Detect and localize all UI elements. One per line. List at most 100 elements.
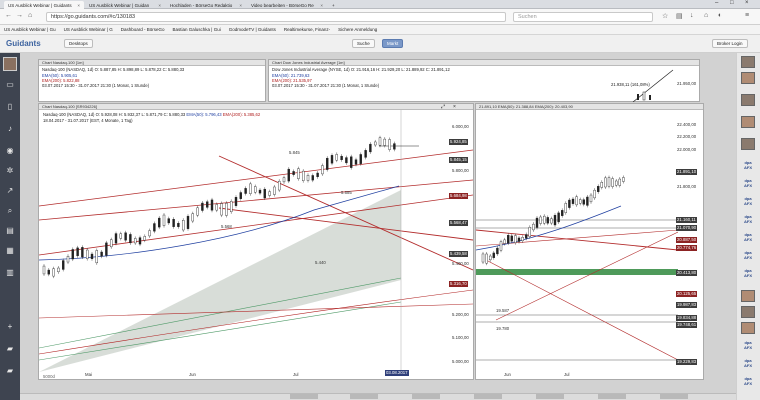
price-tag: 19.748,61: [676, 322, 698, 328]
bottom-tab[interactable]: [290, 394, 318, 399]
search-input[interactable]: Suchen: [513, 12, 653, 22]
minimize-icon[interactable]: –: [715, 0, 718, 6]
bookmark-item[interactable]: Bastian Galuschka | Gui: [173, 27, 221, 32]
star-icon[interactable]: ☆: [662, 12, 668, 20]
back-icon[interactable]: ←: [5, 12, 12, 19]
candle: [481, 253, 485, 263]
candle: [153, 223, 156, 232]
price-tag: 20.887,50: [676, 237, 698, 243]
candle: [186, 215, 190, 229]
bookmark-item[interactable]: US Ausblick Webinar | Gu: [4, 27, 56, 32]
maximize-icon[interactable]: □: [730, 0, 734, 6]
bottom-tab[interactable]: [412, 394, 440, 399]
markt-button[interactable]: Markt: [382, 39, 404, 48]
bottom-tab[interactable]: [350, 394, 378, 399]
home-icon[interactable]: ⌂: [28, 12, 32, 19]
chart-widget-nasdaq-main[interactable]: Chart Nasdaq-100 [SR934226] ⤢ × Nasdaq-1…: [38, 103, 474, 380]
close-window-icon[interactable]: ×: [745, 0, 749, 6]
broker-login-button[interactable]: Broker Login: [712, 39, 748, 48]
menu-icon[interactable]: ≡: [745, 12, 749, 19]
app-logo: Guidants: [6, 39, 41, 48]
avatar[interactable]: [741, 94, 755, 106]
chart-widget-nasdaq-small[interactable]: Chart Nasdaq-100 [1m] Nasdaq-100 (NASDAQ…: [38, 59, 266, 102]
candle: [119, 233, 123, 239]
brand-logo[interactable]: dpa AFX: [740, 358, 756, 368]
calendar-icon[interactable]: ▦: [4, 246, 16, 256]
close-icon[interactable]: ×: [320, 3, 323, 8]
suche-button[interactable]: Suche: [352, 39, 375, 48]
eye-icon[interactable]: ◉: [4, 146, 16, 156]
avatar[interactable]: [741, 306, 755, 318]
candle: [191, 213, 195, 222]
folder-icon[interactable]: ▰: [4, 344, 16, 354]
bookmark-item[interactable]: Realtimekurse, Finanz-: [284, 27, 330, 32]
forward-icon[interactable]: →: [16, 12, 23, 19]
price-tag: 19.987,83: [676, 302, 698, 308]
browser-tab[interactable]: Video bearbeiten - BörseGo Re ×: [247, 1, 327, 9]
candle: [100, 251, 103, 257]
chart-icon[interactable]: ↗: [4, 186, 16, 196]
brand-logo[interactable]: dpa AFX: [740, 268, 756, 278]
bookmark-item[interactable]: GodmodeTV | Guidants: [229, 27, 276, 32]
browser-tab[interactable]: US Ausblick Webinar | Guidants ×: [4, 1, 84, 9]
mini-chart: [632, 69, 674, 102]
price-axis: 22.400,00 22.200,00 22.000,00 21.891,10 …: [676, 120, 705, 372]
browser-tab[interactable]: Hochladen - BörseGo Redaktio ×: [166, 1, 246, 9]
brand-logo[interactable]: dpa AFX: [740, 340, 756, 350]
avatar[interactable]: [3, 57, 17, 71]
avatar[interactable]: [741, 56, 755, 68]
avatar[interactable]: [741, 116, 755, 128]
document-icon[interactable]: ▤: [4, 226, 16, 236]
bookmark-item[interactable]: Sichere Anmeldung: [338, 27, 377, 32]
candle: [244, 188, 247, 194]
chart-widget-dow-main[interactable]: 21.891,10 EMA(50): 21.388,84 EMA(200): 2…: [475, 103, 704, 380]
new-tab-button[interactable]: +: [328, 1, 338, 9]
annotation: 19.780: [496, 326, 510, 331]
candle: [253, 186, 257, 193]
candle: [517, 237, 521, 242]
download-icon[interactable]: ↓: [690, 12, 694, 19]
candle: [383, 138, 386, 146]
phone-icon[interactable]: ▯: [4, 102, 16, 112]
chart-widget-dow-small[interactable]: Chart Dow Jones Industrial Average [1m] …: [268, 59, 700, 102]
candle: [330, 155, 334, 164]
bottom-tab[interactable]: [598, 394, 626, 399]
add-icon[interactable]: +: [4, 322, 16, 332]
brand-logo[interactable]: dpa AFX: [740, 160, 756, 170]
avatar[interactable]: [741, 138, 755, 150]
brand-logo[interactable]: dpa AFX: [740, 178, 756, 188]
clipboard-icon[interactable]: ▤: [676, 12, 683, 20]
candle: [345, 157, 348, 164]
shield-icon[interactable]: ◐: [718, 12, 722, 19]
candle: [378, 137, 382, 146]
home-icon[interactable]: ⌂: [704, 12, 708, 19]
close-icon[interactable]: ×: [77, 3, 80, 8]
app-header: [0, 35, 760, 53]
grid-icon[interactable]: ▥: [4, 268, 16, 278]
candle: [611, 178, 614, 187]
browser-tab[interactable]: US Ausblick Webinar | Guidan ×: [85, 1, 165, 9]
bell-icon[interactable]: ♪: [4, 124, 16, 134]
folder-icon[interactable]: ▰: [4, 366, 16, 376]
bookmark-item[interactable]: Dashboard - BörseGo: [121, 27, 165, 32]
bookmark-item[interactable]: US Ausblick Webinar | G: [64, 27, 113, 32]
url-input[interactable]: https://go.guidants.com/#c/130183: [46, 12, 506, 22]
bottom-tab[interactable]: [474, 394, 502, 399]
close-icon[interactable]: ×: [239, 3, 242, 8]
avatar[interactable]: [741, 322, 755, 334]
brand-logo[interactable]: dpa AFX: [740, 250, 756, 260]
brand-logo[interactable]: dpa AFX: [740, 196, 756, 206]
search-icon[interactable]: ⌕: [4, 206, 16, 216]
avatar[interactable]: [741, 72, 755, 84]
desktops-button[interactable]: Desktops: [64, 39, 93, 48]
brand-logo[interactable]: dpa AFX: [740, 214, 756, 224]
avatar[interactable]: [741, 290, 755, 302]
bottom-tab[interactable]: [536, 394, 564, 399]
bottom-tab[interactable]: [660, 394, 688, 399]
monitor-icon[interactable]: ▭: [4, 80, 16, 90]
brand-logo[interactable]: dpa AFX: [740, 376, 756, 386]
gear-icon[interactable]: ✲: [4, 166, 16, 176]
green-band: [476, 269, 678, 275]
close-icon[interactable]: ×: [158, 3, 161, 8]
brand-logo[interactable]: dpa AFX: [740, 232, 756, 242]
